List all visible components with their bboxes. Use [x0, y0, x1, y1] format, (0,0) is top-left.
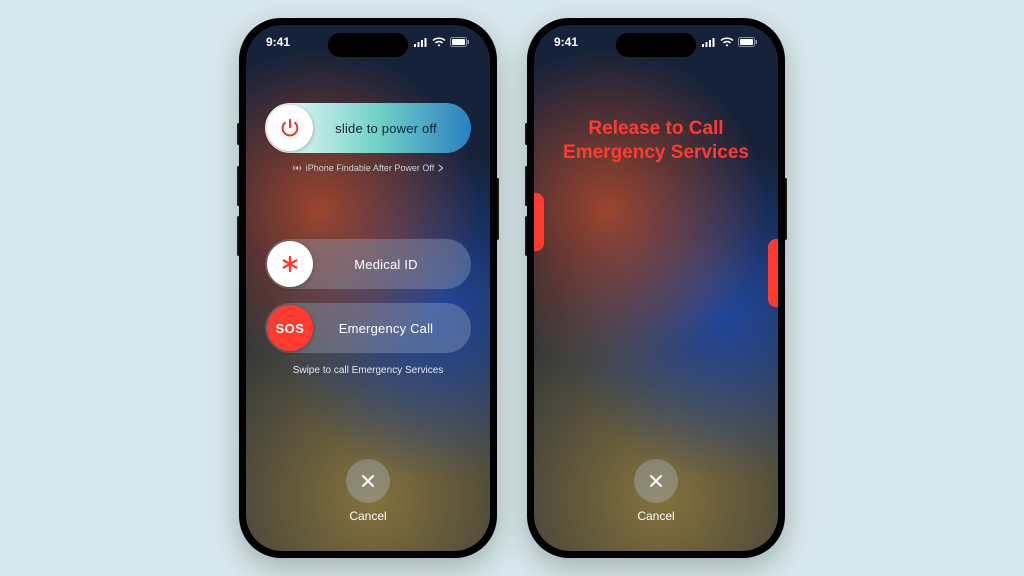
release-to-call-heading: Release to Call Emergency Services: [563, 117, 749, 165]
cancel-label: Cancel: [349, 509, 386, 523]
power-off-slider[interactable]: slide to power off: [265, 103, 471, 153]
power-off-label: slide to power off: [315, 121, 471, 136]
emergency-call-thumb[interactable]: SOS: [267, 305, 313, 351]
battery-icon: [738, 37, 758, 47]
phone-mockup-power-off: 9:41 slide to power: [239, 18, 497, 558]
close-icon: [647, 472, 665, 490]
medical-id-thumb[interactable]: [267, 241, 313, 287]
swipe-hint: Swipe to call Emergency Services: [293, 365, 444, 376]
wifi-icon: [432, 37, 446, 47]
findable-link[interactable]: iPhone Findable After Power Off: [292, 163, 444, 173]
status-time: 9:41: [266, 35, 290, 49]
power-off-thumb[interactable]: [267, 105, 313, 151]
cancel-button[interactable]: [346, 459, 390, 503]
emergency-call-slider[interactable]: SOS Emergency Call: [265, 303, 471, 353]
wifi-icon: [720, 37, 734, 47]
medical-id-label: Medical ID: [315, 257, 471, 272]
cancel-button[interactable]: [634, 459, 678, 503]
cancel-label: Cancel: [637, 509, 674, 523]
battery-icon: [450, 37, 470, 47]
emergency-call-label: Emergency Call: [315, 321, 471, 336]
medical-asterisk-icon: [280, 254, 300, 274]
signal-icon: [702, 37, 716, 47]
dynamic-island: [616, 33, 696, 57]
close-icon: [359, 472, 377, 490]
power-icon: [279, 117, 301, 139]
medical-id-slider[interactable]: Medical ID: [265, 239, 471, 289]
findable-text: iPhone Findable After Power Off: [306, 163, 434, 173]
signal-icon: [414, 37, 428, 47]
phone-mockup-release-to-call: 9:41 Release to Call Emergency Services: [527, 18, 785, 558]
sos-icon: SOS: [276, 321, 305, 336]
status-time: 9:41: [554, 35, 578, 49]
dynamic-island: [328, 33, 408, 57]
findable-icon: [292, 163, 302, 173]
chevron-right-icon: [438, 164, 444, 172]
